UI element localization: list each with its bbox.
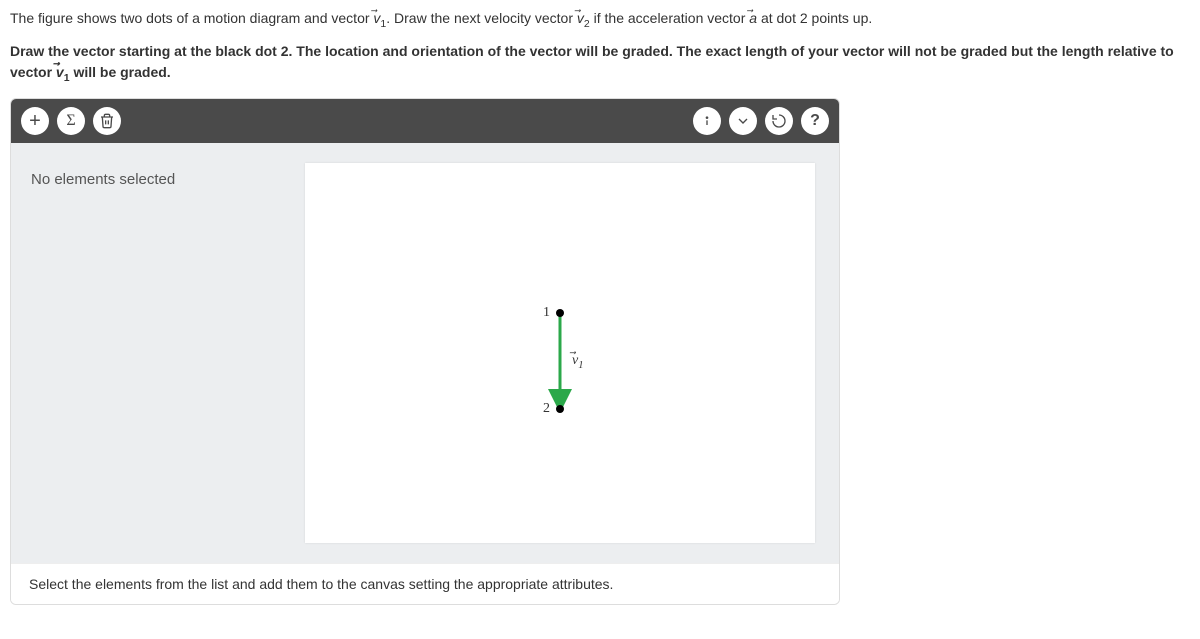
canvas-area: 1 2 v1 <box>281 143 839 563</box>
vector-v2-symbol: v <box>577 8 584 29</box>
toolbar: + Σ <box>11 99 839 143</box>
toolbar-left: + Σ <box>21 107 121 135</box>
vector-v1-label: v1 <box>572 353 583 371</box>
drawing-widget: + Σ <box>10 98 840 605</box>
workspace: No elements selected 1 2 v1 <box>11 143 839 563</box>
instruction-line-1: The figure shows two dots of a motion di… <box>10 8 1190 33</box>
canvas-svg <box>305 163 815 543</box>
reset-button[interactable] <box>765 107 793 135</box>
text: if the acceleration vector <box>590 10 750 26</box>
dropdown-button[interactable] <box>729 107 757 135</box>
vector-a-symbol: a <box>749 8 757 29</box>
instruction-line-2: Draw the vector starting at the black do… <box>10 41 1190 87</box>
toolbar-right: ? <box>693 107 829 135</box>
trash-icon <box>99 113 115 129</box>
add-button[interactable]: + <box>21 107 49 135</box>
vector-v1-symbol: v <box>56 62 64 83</box>
question-icon: ? <box>810 112 820 130</box>
text: at dot 2 points up. <box>757 10 872 26</box>
plus-icon: + <box>29 111 41 131</box>
text: The figure shows two dots of a motion di… <box>10 10 373 26</box>
text: Draw the vector starting at the black do… <box>10 43 1174 80</box>
drawing-canvas[interactable]: 1 2 v1 <box>305 163 815 543</box>
dot-2[interactable] <box>556 405 564 413</box>
footer-hint: Select the elements from the list and ad… <box>11 563 839 604</box>
sigma-button[interactable]: Σ <box>57 107 85 135</box>
dot-1-label: 1 <box>543 305 550 321</box>
dot-1[interactable] <box>556 309 564 317</box>
vector-v1-symbol: v <box>373 8 380 29</box>
sidebar-status: No elements selected <box>31 171 261 188</box>
help-button[interactable]: ? <box>801 107 829 135</box>
chevron-down-icon <box>735 113 751 129</box>
text: will be graded. <box>70 64 171 80</box>
problem-instructions: The figure shows two dots of a motion di… <box>10 8 1190 86</box>
reset-icon <box>771 113 787 129</box>
text: . Draw the next velocity vector <box>386 10 577 26</box>
delete-button[interactable] <box>93 107 121 135</box>
dot-2-label: 2 <box>543 401 550 417</box>
elements-sidebar: No elements selected <box>11 143 281 563</box>
sigma-icon: Σ <box>66 112 75 130</box>
info-button[interactable] <box>693 107 721 135</box>
info-icon <box>699 113 715 129</box>
